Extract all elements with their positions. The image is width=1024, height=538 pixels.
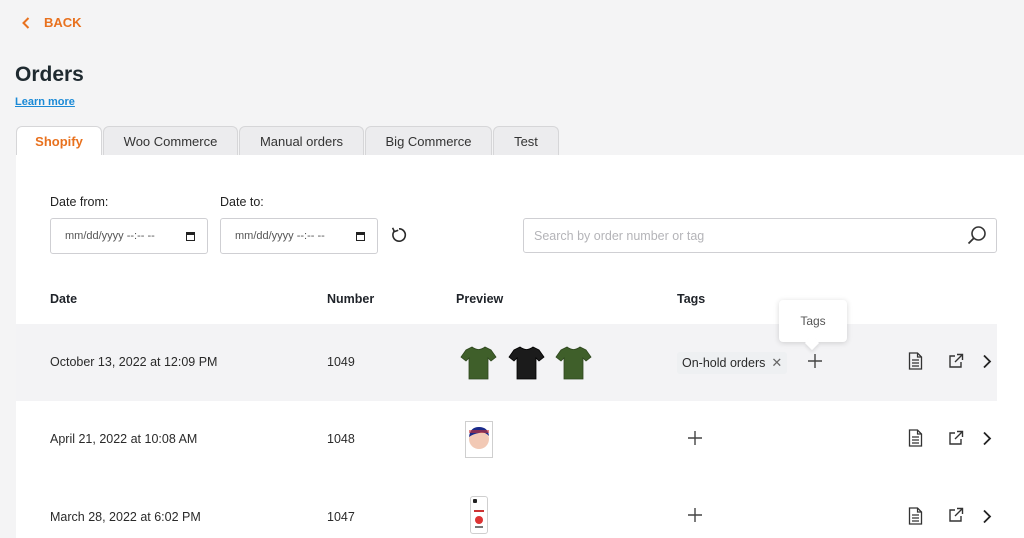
document-icon[interactable] — [908, 507, 923, 525]
order-date: April 21, 2022 at 10:08 AM — [50, 432, 198, 446]
search-input[interactable] — [523, 218, 997, 253]
refresh-icon[interactable] — [390, 226, 408, 244]
tag-label: On-hold orders — [682, 356, 766, 370]
tshirt-thumbnail[interactable] — [508, 344, 545, 381]
date-from-input[interactable]: mm/dd/yyyy --:-- -- — [50, 218, 208, 254]
tab-shopify[interactable]: Shopify — [16, 126, 102, 156]
learn-more-link[interactable]: Learn more — [15, 96, 75, 108]
back-label: BACK — [44, 15, 82, 30]
chevron-left-icon — [22, 16, 30, 29]
date-from-value: mm/dd/yyyy --:-- -- — [65, 230, 155, 242]
chevron-right-icon[interactable] — [982, 509, 992, 524]
calendar-icon[interactable] — [356, 232, 365, 241]
document-icon[interactable] — [908, 352, 923, 370]
date-to-label: Date to: — [220, 195, 264, 209]
chevron-right-icon[interactable] — [982, 354, 992, 369]
date-to-input[interactable]: mm/dd/yyyy --:-- -- — [220, 218, 378, 254]
tag-chip: On-hold orders ✕ — [677, 352, 788, 374]
order-number: 1047 — [327, 510, 355, 524]
tooltip-text: Tags — [800, 314, 826, 328]
page-title: Orders — [15, 63, 84, 86]
order-date: March 28, 2022 at 6:02 PM — [50, 510, 201, 524]
order-number: 1048 — [327, 432, 355, 446]
tshirt-thumbnail[interactable] — [460, 344, 497, 381]
external-link-icon[interactable] — [948, 507, 964, 523]
tab-big-commerce[interactable]: Big Commerce — [365, 126, 492, 156]
order-date: October 13, 2022 at 12:09 PM — [50, 355, 218, 369]
chevron-right-icon[interactable] — [982, 431, 992, 446]
date-to-value: mm/dd/yyyy --:-- -- — [235, 230, 325, 242]
back-button[interactable]: BACK — [22, 15, 82, 30]
tshirt-thumbnail[interactable] — [555, 344, 592, 381]
external-link-icon[interactable] — [948, 430, 964, 446]
platform-tabs: Shopify Woo Commerce Manual orders Big C… — [16, 126, 560, 156]
tab-woo-commerce[interactable]: Woo Commerce — [103, 126, 238, 156]
tab-test[interactable]: Test — [493, 126, 559, 156]
phone-case-thumbnail[interactable] — [470, 496, 488, 534]
plus-icon[interactable] — [687, 507, 703, 523]
column-header-number[interactable]: Number — [327, 292, 374, 306]
column-header-tags: Tags — [677, 292, 706, 306]
calendar-icon[interactable] — [186, 232, 195, 241]
document-icon[interactable] — [908, 429, 923, 447]
plus-icon[interactable] — [687, 430, 703, 446]
order-number: 1049 — [327, 355, 355, 369]
close-icon[interactable]: ✕ — [771, 355, 782, 371]
search-icon[interactable] — [966, 224, 988, 246]
external-link-icon[interactable] — [948, 353, 964, 369]
plus-icon[interactable] — [807, 353, 823, 369]
tab-manual-orders[interactable]: Manual orders — [239, 126, 364, 156]
column-header-preview: Preview — [456, 292, 504, 306]
tags-tooltip: Tags — [779, 300, 847, 342]
portrait-image — [469, 427, 489, 449]
date-from-label: Date from: — [50, 195, 109, 209]
table-row[interactable] — [16, 478, 997, 538]
column-header-date[interactable]: Date — [50, 292, 77, 306]
phone-case-image — [473, 499, 484, 528]
portrait-print-thumbnail[interactable] — [465, 421, 493, 458]
